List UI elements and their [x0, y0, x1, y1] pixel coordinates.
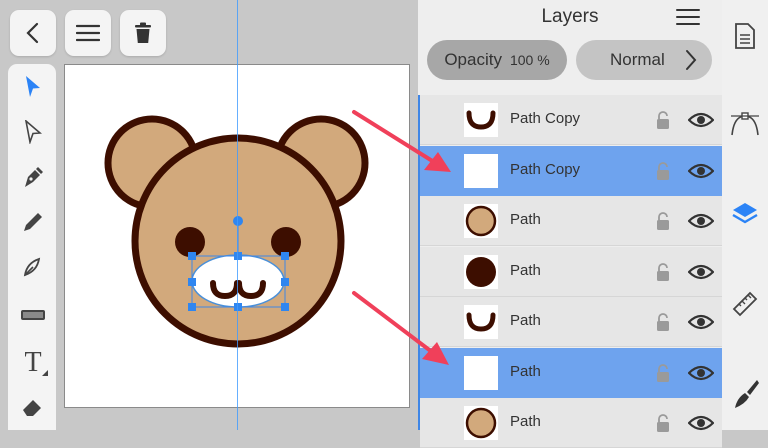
layer-thumbnail — [464, 406, 498, 440]
move-tool[interactable] — [20, 74, 46, 100]
document-icon[interactable] — [731, 22, 759, 50]
tan-circle-thumb-icon — [465, 407, 497, 439]
layer-thumbnail — [464, 254, 498, 289]
lock-icon[interactable] — [656, 312, 670, 332]
layer-name: Path — [510, 312, 541, 329]
dark-circle-thumb-icon — [466, 256, 496, 287]
smile-path-thumb-icon — [466, 312, 496, 332]
layer-row[interactable]: Path Copy — [420, 95, 722, 145]
layer-thumbnail — [464, 305, 498, 339]
layer-row[interactable]: Path — [420, 196, 722, 246]
text-tool-label: T — [24, 347, 42, 378]
eye-icon[interactable] — [688, 414, 714, 432]
lock-icon[interactable] — [656, 262, 670, 282]
brush-icon[interactable] — [731, 378, 761, 410]
eraser-tool[interactable] — [20, 394, 46, 420]
vector-brush-tool[interactable] — [20, 254, 46, 280]
hamburger-icon[interactable] — [676, 8, 700, 26]
pencil-icon — [24, 213, 42, 231]
hollow-pointer-icon — [24, 120, 42, 144]
layer-list: Path Copy Path Copy Path Path Path Path Path — [418, 95, 722, 448]
layer-name: Path Copy — [510, 160, 581, 178]
opacity-value: 100 % — [509, 52, 550, 68]
fill-bar-icon — [21, 310, 45, 320]
delete-button[interactable] — [120, 10, 166, 56]
layer-row[interactable]: Path — [420, 347, 722, 398]
lock-icon[interactable] — [656, 211, 670, 231]
eye-icon[interactable] — [688, 111, 714, 129]
tan-circle-thumb-icon — [465, 205, 497, 237]
smile-path-thumb-icon — [466, 110, 496, 130]
brush-nib-icon — [23, 257, 41, 277]
opacity-control[interactable]: Opacity 100 % — [427, 40, 567, 80]
layers-icon[interactable] — [731, 200, 759, 228]
ruler-icon[interactable] — [731, 290, 759, 318]
pen-tool[interactable] — [20, 164, 46, 190]
text-tool[interactable]: T — [20, 347, 48, 378]
pen-nib-icon — [25, 167, 43, 187]
eye-icon[interactable] — [688, 212, 714, 230]
layer-name: Path — [510, 362, 541, 380]
opacity-label: Opacity — [444, 50, 502, 69]
menu-button[interactable] — [65, 10, 111, 56]
layer-name: Path — [510, 261, 541, 279]
layers-panel: Layers Opacity 100 % Normal Path Copy Pat… — [418, 0, 722, 448]
vertical-guide-line[interactable] — [237, 0, 238, 430]
layer-thumbnail — [464, 204, 498, 238]
chevron-right-icon — [686, 50, 697, 70]
layer-row[interactable]: Path — [420, 246, 722, 297]
hamburger-icon — [76, 24, 100, 42]
layer-thumbnail — [464, 153, 498, 188]
lock-icon[interactable] — [656, 110, 670, 130]
eye-icon[interactable] — [688, 313, 714, 331]
layer-name: Path Copy — [510, 110, 581, 127]
lock-icon[interactable] — [656, 363, 670, 383]
fill-tool[interactable] — [20, 302, 46, 328]
layer-row[interactable]: Path Copy — [420, 145, 722, 196]
back-button[interactable] — [10, 10, 56, 56]
node-tool[interactable] — [20, 119, 46, 145]
layer-thumbnail — [464, 103, 498, 137]
layer-row[interactable]: Path — [420, 297, 722, 347]
layer-name: Path — [510, 211, 541, 228]
layer-row[interactable]: Path — [420, 398, 722, 448]
node-edit-icon[interactable] — [729, 110, 761, 138]
tools-panel: T — [8, 64, 56, 430]
submenu-corner-icon — [42, 370, 48, 376]
chevron-left-icon — [26, 22, 39, 44]
right-sidebar — [722, 0, 768, 430]
pencil-tool[interactable] — [20, 209, 46, 235]
trash-icon — [135, 22, 151, 43]
lock-icon[interactable] — [656, 161, 670, 181]
layer-name: Path — [510, 413, 541, 430]
lock-icon[interactable] — [656, 413, 670, 433]
pointer-arrow-icon — [26, 76, 40, 97]
blend-mode-value: Normal — [610, 50, 665, 69]
eraser-icon — [23, 400, 41, 416]
eye-icon[interactable] — [688, 364, 714, 382]
eye-icon[interactable] — [688, 263, 714, 281]
eye-icon[interactable] — [688, 162, 714, 180]
layer-thumbnail — [464, 355, 498, 390]
blend-mode-select[interactable]: Normal — [576, 40, 712, 80]
